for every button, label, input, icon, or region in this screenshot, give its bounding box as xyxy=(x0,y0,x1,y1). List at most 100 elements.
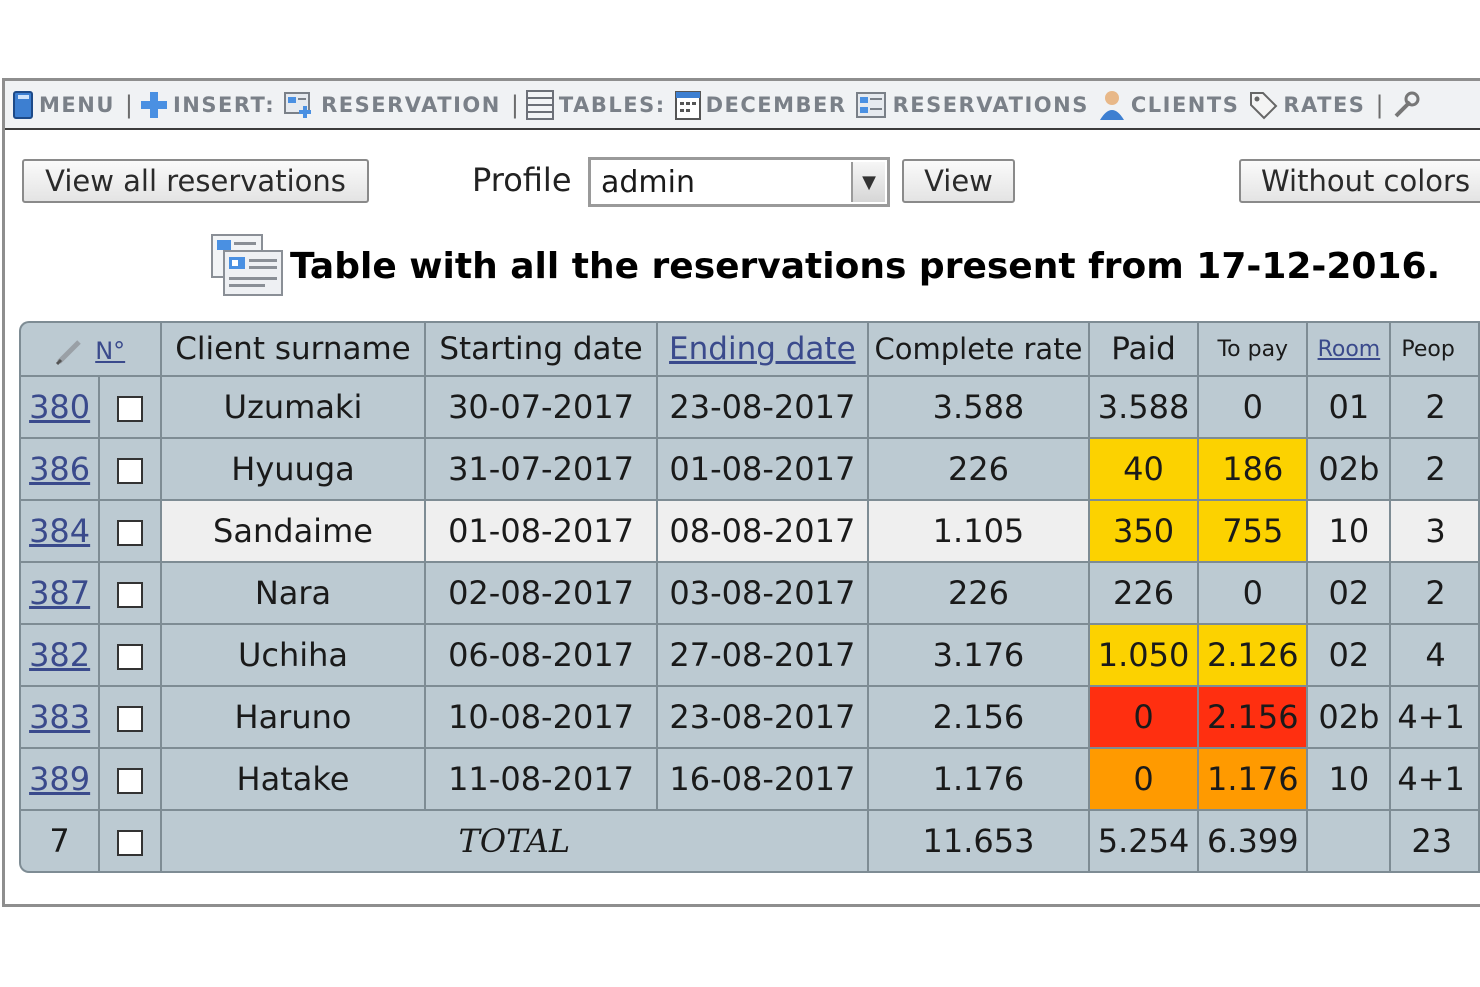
to-pay: 2.126 xyxy=(1199,625,1309,687)
insert-label: INSERT: xyxy=(139,90,275,120)
people: 4+1 xyxy=(1391,749,1480,811)
reservation-id[interactable]: 384 xyxy=(21,501,101,563)
profile-label: Profile xyxy=(472,161,572,199)
reservation-id[interactable]: 382 xyxy=(21,625,101,687)
ending-date: 16-08-2017 xyxy=(657,749,870,811)
reservation-form-icon xyxy=(284,91,312,118)
total-room xyxy=(1308,811,1392,871)
chevron-down-icon[interactable]: ▼ xyxy=(851,162,885,202)
header-room[interactable]: Room xyxy=(1308,323,1392,377)
header-to-pay: To pay xyxy=(1199,323,1309,377)
clients-table-link[interactable]: CLIENTS xyxy=(1097,88,1239,122)
people: 4 xyxy=(1391,625,1480,687)
reservation-link[interactable]: 384 xyxy=(29,512,90,550)
insert-plus-icon xyxy=(140,91,167,118)
row-checkbox[interactable] xyxy=(116,582,143,608)
table-row: 386 Hyuuga 31-07-2017 01-08-2017 226 40 … xyxy=(21,439,1480,501)
row-select[interactable] xyxy=(100,377,162,439)
total-paid: 5.254 xyxy=(1090,811,1200,871)
row-checkbox[interactable] xyxy=(116,396,143,422)
to-pay: 1.176 xyxy=(1199,749,1309,811)
select-all-checkbox[interactable] xyxy=(116,830,143,856)
row-select[interactable] xyxy=(100,687,162,749)
client-surname: Haruno xyxy=(161,687,427,749)
sort-by-number-link[interactable]: N° xyxy=(95,337,125,365)
header-paid: Paid xyxy=(1089,323,1200,377)
reservation-id[interactable]: 387 xyxy=(21,563,101,625)
row-checkbox[interactable] xyxy=(116,644,143,670)
people: 3 xyxy=(1391,501,1480,563)
header-people: Peop xyxy=(1391,323,1480,377)
row-checkbox[interactable] xyxy=(116,458,143,484)
to-pay: 0 xyxy=(1199,377,1309,439)
row-select[interactable] xyxy=(100,811,162,871)
to-pay: 2.156 xyxy=(1199,687,1309,749)
reservation-link[interactable]: 389 xyxy=(29,760,90,798)
total-people: 23 xyxy=(1391,811,1480,871)
header-complete-rate: Complete rate xyxy=(869,323,1090,377)
header-number[interactable]: N° xyxy=(21,323,162,377)
reservation-link[interactable]: 386 xyxy=(29,450,90,488)
complete-rate: 3.176 xyxy=(869,625,1090,687)
reservation-link[interactable]: 383 xyxy=(29,698,90,736)
room: 02 xyxy=(1308,625,1392,687)
pencil-icon xyxy=(56,339,82,365)
room: 10 xyxy=(1308,501,1392,563)
reservation-link[interactable]: 382 xyxy=(29,636,90,674)
reservation-id[interactable]: 383 xyxy=(21,687,101,749)
row-checkbox[interactable] xyxy=(116,706,143,732)
december-table-link[interactable]: DECEMBER xyxy=(674,89,847,121)
to-pay: 0 xyxy=(1199,563,1309,625)
client-surname: Hyuuga xyxy=(161,439,427,501)
client-surname: Hatake xyxy=(161,749,427,811)
header-ending-date[interactable]: Ending date xyxy=(657,323,870,377)
rates-table-link[interactable]: RATES xyxy=(1247,89,1365,121)
menu-separator: | xyxy=(1375,90,1384,119)
menu-separator: | xyxy=(510,90,519,119)
profile-select[interactable]: admin ▼ xyxy=(588,157,890,207)
row-select[interactable] xyxy=(100,501,162,563)
row-select[interactable] xyxy=(100,439,162,501)
table-header-row: N° Client surname Starting date Ending d… xyxy=(21,323,1480,377)
reservations-table-link[interactable]: RESERVATIONS xyxy=(855,90,1089,120)
reservation-link[interactable]: 387 xyxy=(29,574,90,612)
reservation-link[interactable]: 380 xyxy=(29,388,90,426)
starting-date: 11-08-2017 xyxy=(426,749,658,811)
row-checkbox[interactable] xyxy=(116,768,143,794)
menu-book-icon xyxy=(13,90,33,119)
row-select[interactable] xyxy=(100,625,162,687)
sort-by-room-link[interactable]: Room xyxy=(1318,337,1381,362)
menu-separator: | xyxy=(124,90,133,119)
page-title: Table with all the reservations present … xyxy=(210,233,1440,299)
row-select[interactable] xyxy=(100,749,162,811)
to-pay: 755 xyxy=(1199,501,1309,563)
app-window: MENU | INSERT: RESERVATION | TABLES: DEC… xyxy=(2,78,1480,907)
starting-date: 31-07-2017 xyxy=(426,439,658,501)
row-checkbox[interactable] xyxy=(116,520,143,546)
tables-grid-icon xyxy=(525,89,554,120)
total-row: 7 TOTAL 11.653 5.254 6.399 23 xyxy=(21,811,1480,871)
total-label: TOTAL xyxy=(162,811,870,871)
client-surname: Uchiha xyxy=(161,625,427,687)
reservation-id[interactable]: 380 xyxy=(21,377,101,439)
view-all-reservations-button[interactable]: View all reservations xyxy=(22,159,369,203)
row-select[interactable] xyxy=(100,563,162,625)
menu-link[interactable]: MENU xyxy=(11,90,115,120)
tools-icon[interactable] xyxy=(1390,90,1420,120)
without-colors-button[interactable]: Without colors xyxy=(1239,159,1480,203)
title-reservations-icon xyxy=(211,234,283,296)
table-row: 387 Nara 02-08-2017 03-08-2017 226 226 0… xyxy=(21,563,1480,625)
insert-reservation-link[interactable]: RESERVATION xyxy=(283,90,501,120)
ending-date: 03-08-2017 xyxy=(657,563,870,625)
sort-by-ending-date-link[interactable]: Ending date xyxy=(669,331,856,367)
ending-date: 01-08-2017 xyxy=(657,439,870,501)
client-user-icon xyxy=(1099,90,1124,120)
total-rate: 11.653 xyxy=(869,811,1090,871)
view-button[interactable]: View xyxy=(902,159,1015,203)
paid: 0 xyxy=(1089,687,1200,749)
people: 4+1 xyxy=(1391,687,1480,749)
total-count: 7 xyxy=(21,811,101,871)
reservation-id[interactable]: 386 xyxy=(21,439,101,501)
reservation-id[interactable]: 389 xyxy=(21,749,101,811)
starting-date: 01-08-2017 xyxy=(426,501,658,563)
